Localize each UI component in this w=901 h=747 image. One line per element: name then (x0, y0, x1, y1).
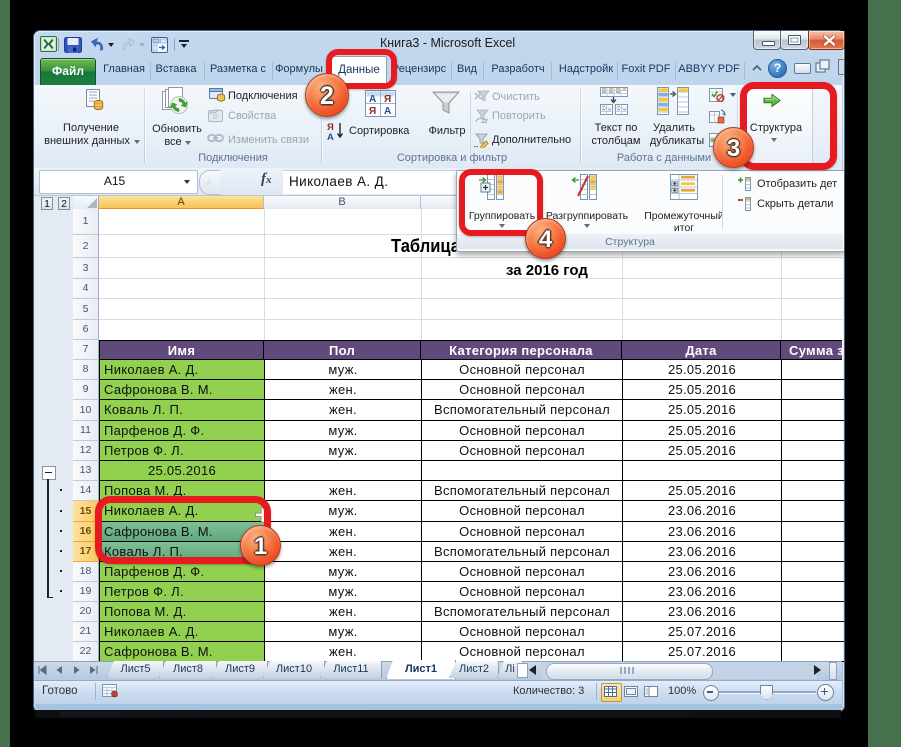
svg-text:Я: Я (384, 94, 391, 105)
svg-text:А: А (327, 132, 334, 141)
svg-text:А: А (369, 94, 376, 105)
svg-text:Я: Я (369, 106, 376, 117)
svg-text:А: А (384, 106, 391, 117)
